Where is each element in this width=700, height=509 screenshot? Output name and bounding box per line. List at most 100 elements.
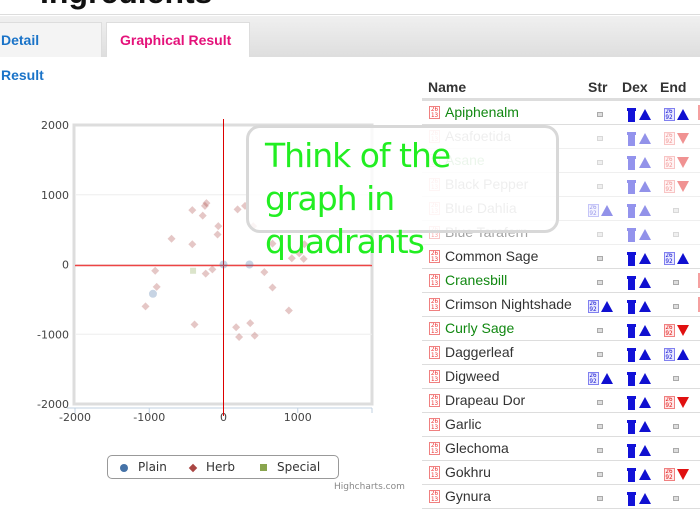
diamond-icon <box>188 463 198 472</box>
end-cell: 26 92 <box>658 393 694 409</box>
arrow-up-icon <box>600 204 613 216</box>
end-cell <box>658 441 694 457</box>
arrow-up-icon <box>600 300 613 312</box>
table-row[interactable]: 26 13 Digweed 26 92 <box>422 365 700 389</box>
neutral-icon <box>597 399 603 405</box>
header-str[interactable]: Str <box>588 79 607 95</box>
callout-line-2: graph in quadrants <box>265 179 425 261</box>
page-header: Ingredients <box>0 0 700 15</box>
legend-item-herb[interactable]: Herb <box>188 460 235 474</box>
rook-icon <box>626 372 637 387</box>
header-name[interactable]: Name <box>428 79 466 95</box>
neutral-icon <box>673 375 679 381</box>
arrow-up-icon <box>676 348 689 360</box>
neutral-icon <box>673 303 679 309</box>
neutral-icon <box>673 207 679 213</box>
glyph-icon: 26 92 <box>663 347 675 361</box>
neutral-icon <box>597 183 603 189</box>
dex-cell <box>620 249 656 267</box>
arrow-up-icon <box>676 252 689 264</box>
arrow-up-icon <box>638 300 651 312</box>
table-row[interactable]: 26 13 Gynura <box>422 485 700 509</box>
callout-line-1: Think of the <box>265 136 451 175</box>
ingredient-name[interactable]: Curly Sage <box>445 320 514 336</box>
herb-icon: 2613 <box>429 418 440 431</box>
table-row[interactable]: 26 13 Garlic <box>422 413 700 437</box>
table-row[interactable]: 26 13 Drapeau Dor 26 92 <box>422 389 700 413</box>
tab-strip: Detail Result Graphical Result <box>0 16 700 83</box>
x-tick-label: -1000 <box>133 411 165 424</box>
str-cell <box>582 153 618 169</box>
str-cell <box>582 105 618 121</box>
arrow-up-icon <box>638 372 651 384</box>
neutral-icon <box>597 423 603 429</box>
neutral-icon <box>597 327 603 333</box>
end-cell: 26 92 <box>658 249 694 265</box>
tab-detail-result[interactable]: Detail Result <box>0 22 102 83</box>
ingredient-name[interactable]: Crimson Nightshade <box>445 296 572 312</box>
neutral-icon <box>673 495 679 501</box>
glyph-icon: 26 92 <box>663 131 675 145</box>
arrow-down-icon <box>676 180 689 192</box>
end-cell: 26 92 <box>658 153 694 169</box>
neutral-icon <box>597 255 603 261</box>
ingredient-name[interactable]: Gokhru <box>445 464 491 480</box>
table-row[interactable]: 26 13 Curly Sage 26 92 <box>422 317 700 341</box>
table-row[interactable]: 26 13 Cranesbill <box>422 269 700 293</box>
dex-cell <box>620 297 656 315</box>
arrow-up-icon <box>638 228 651 240</box>
table-row[interactable]: 26 13 Gokhru 26 92 <box>422 461 700 485</box>
neutral-icon <box>597 111 603 117</box>
end-cell <box>658 201 694 217</box>
ingredient-name[interactable]: Cranesbill <box>445 272 507 288</box>
plain-point[interactable] <box>245 260 254 269</box>
str-cell <box>582 273 618 289</box>
end-cell <box>658 297 694 313</box>
dex-cell <box>620 153 656 171</box>
neutral-icon <box>597 351 603 357</box>
neutral-icon <box>673 231 679 237</box>
rook-icon <box>626 108 637 123</box>
ingredient-name[interactable]: Garlic <box>445 416 482 432</box>
dex-cell <box>620 345 656 363</box>
tab-graphical-result[interactable]: Graphical Result <box>106 22 250 57</box>
special-point[interactable] <box>190 267 197 274</box>
header-dex[interactable]: Dex <box>622 79 648 95</box>
table-row[interactable]: 26 13 Daggerleaf 26 92 <box>422 341 700 365</box>
ingredient-name[interactable]: Drapeau Dor <box>445 392 525 408</box>
ingredient-name[interactable]: Digweed <box>445 368 499 384</box>
dex-cell <box>620 321 656 339</box>
rook-icon <box>626 180 637 195</box>
legend-label: Herb <box>206 460 235 474</box>
plain-point[interactable] <box>219 260 228 269</box>
str-cell <box>582 129 618 145</box>
table-row[interactable]: 26 13 Glechoma <box>422 437 700 461</box>
table-row[interactable]: 26 13 Apiphenalm 26 92 <box>422 101 700 125</box>
dex-cell <box>620 369 656 387</box>
table-row[interactable]: 26 13 Crimson Nightshade 26 92 <box>422 293 700 317</box>
end-cell: 26 92 <box>658 345 694 361</box>
legend-item-plain[interactable]: Plain <box>120 460 167 474</box>
ingredient-name[interactable]: Gynura <box>445 488 491 504</box>
y-tick-label: 2000 <box>41 119 69 132</box>
highcharts-credit[interactable]: Highcharts.com <box>334 482 405 492</box>
rook-icon <box>626 468 637 483</box>
herb-icon: 2613 <box>429 298 440 311</box>
neutral-icon <box>597 279 603 285</box>
end-cell: 26 92 <box>658 321 694 337</box>
header-end[interactable]: End <box>660 79 686 95</box>
str-cell <box>582 345 618 361</box>
legend-item-special[interactable]: Special <box>260 460 320 474</box>
str-cell <box>582 321 618 337</box>
str-cell <box>582 417 618 433</box>
x-tick-label: 1000 <box>284 411 312 424</box>
ingredient-name[interactable]: Daggerleaf <box>445 344 514 360</box>
ingredient-name[interactable]: Glechoma <box>445 440 509 456</box>
legend-label: Special <box>277 460 321 474</box>
ingredient-name[interactable]: Apiphenalm <box>445 104 519 120</box>
str-cell <box>582 177 618 193</box>
rook-icon <box>626 348 637 363</box>
arrow-up-icon <box>638 396 651 408</box>
plain-point[interactable] <box>148 289 157 298</box>
arrow-up-icon <box>638 108 651 120</box>
